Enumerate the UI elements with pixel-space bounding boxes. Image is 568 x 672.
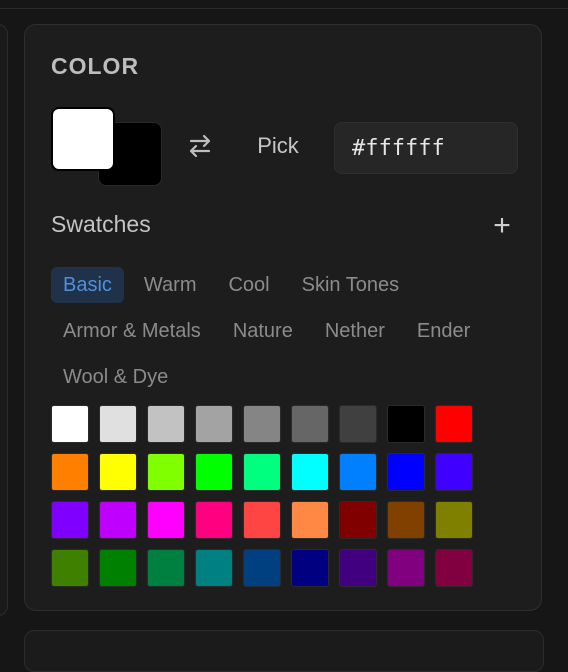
- tab-basic[interactable]: Basic: [51, 267, 124, 303]
- swatch-cell[interactable]: [291, 501, 329, 539]
- swatch-cell[interactable]: [99, 405, 137, 443]
- swatch-cell[interactable]: [51, 405, 89, 443]
- swatch-cell[interactable]: [51, 549, 89, 587]
- swatch-cell[interactable]: [195, 501, 233, 539]
- pick-color-button[interactable]: Pick: [247, 129, 309, 163]
- swap-arrows-icon[interactable]: [185, 131, 215, 161]
- swatch-cell[interactable]: [195, 405, 233, 443]
- primary-color-swatch[interactable]: [51, 107, 115, 171]
- swatch-cell[interactable]: [291, 453, 329, 491]
- swatches-heading: Swatches: [51, 211, 151, 237]
- panel-title: COLOR: [51, 53, 140, 79]
- swatch-cell[interactable]: [99, 453, 137, 491]
- adjacent-panel-left: [0, 24, 8, 616]
- tab-armor-metals[interactable]: Armor & Metals: [51, 313, 213, 349]
- swatch-cell[interactable]: [195, 549, 233, 587]
- color-panel: COLOR Pick Swatches + BasicWarmCoolSkin …: [24, 24, 542, 611]
- swatch-cell[interactable]: [435, 501, 473, 539]
- swatch-cell[interactable]: [99, 549, 137, 587]
- swatch-cell[interactable]: [387, 501, 425, 539]
- tab-wool-dye[interactable]: Wool & Dye: [51, 359, 180, 395]
- swatch-cell[interactable]: [387, 453, 425, 491]
- swatch-cell[interactable]: [147, 549, 185, 587]
- swatch-cell[interactable]: [147, 405, 185, 443]
- adjacent-panel-bottom: [24, 630, 544, 672]
- tab-cool[interactable]: Cool: [216, 267, 281, 303]
- swatch-cell[interactable]: [339, 453, 377, 491]
- add-swatch-button[interactable]: +: [489, 211, 515, 241]
- swatch-cell[interactable]: [435, 405, 473, 443]
- swatch-cell[interactable]: [51, 501, 89, 539]
- swatch-cell[interactable]: [435, 549, 473, 587]
- swatch-cell[interactable]: [435, 453, 473, 491]
- swatch-cell[interactable]: [195, 453, 233, 491]
- swatch-cell[interactable]: [387, 549, 425, 587]
- swatch-cell[interactable]: [291, 405, 329, 443]
- swatch-cell[interactable]: [51, 453, 89, 491]
- swatch-cell[interactable]: [243, 405, 281, 443]
- swatch-cell[interactable]: [243, 549, 281, 587]
- tab-warm[interactable]: Warm: [132, 267, 209, 303]
- swatch-cell[interactable]: [243, 501, 281, 539]
- top-divider: [0, 8, 568, 9]
- tab-skin-tones[interactable]: Skin Tones: [290, 267, 411, 303]
- swatch-cell[interactable]: [147, 453, 185, 491]
- swatch-cell[interactable]: [339, 549, 377, 587]
- swatch-cell[interactable]: [291, 549, 329, 587]
- hex-color-input[interactable]: [334, 122, 518, 174]
- tab-nether[interactable]: Nether: [313, 313, 397, 349]
- color-preview: [51, 107, 163, 187]
- swatch-cell[interactable]: [99, 501, 137, 539]
- tab-nature[interactable]: Nature: [221, 313, 305, 349]
- swatch-cell[interactable]: [147, 501, 185, 539]
- tab-ender[interactable]: Ender: [405, 313, 482, 349]
- swatch-cell[interactable]: [339, 405, 377, 443]
- swatch-category-tabs: Basic Warm Cool Skin Tones Armor & Metals Nat…: [51, 267, 521, 395]
- swatch-cell[interactable]: [243, 453, 281, 491]
- swatch-grid: [51, 405, 473, 587]
- swatch-cell[interactable]: [339, 501, 377, 539]
- swatch-cell[interactable]: [387, 405, 425, 443]
